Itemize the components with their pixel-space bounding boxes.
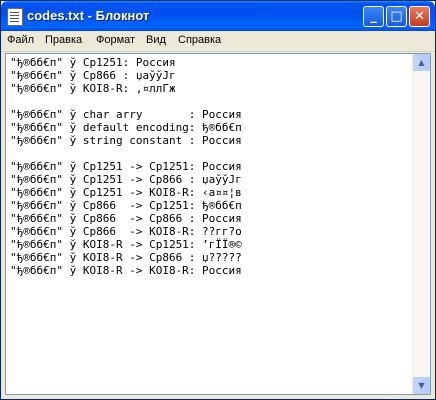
- document-text[interactable]: "ђ®бб€п" ў Cp1251: Россия "ђ®бб€п" ў Cp86…: [10, 56, 410, 386]
- notepad-window: codes.txt - Блокнот _ □ ✕ Файл Правка Фо…: [0, 0, 436, 400]
- text-line: "ђ®бб€п" ў KOI8-R -> Cp1251: ’гЇЇ®©: [10, 238, 242, 251]
- close-button[interactable]: ✕: [409, 6, 430, 27]
- text-line: "ђ®бб€п" ў string constant : Россия: [10, 134, 242, 147]
- text-line: "ђ®бб€п" ў KOI8-R -> Cp866 : џ?????: [10, 251, 242, 264]
- scroll-up-button[interactable]: ▲: [413, 54, 430, 71]
- menu-file[interactable]: Файл: [7, 34, 34, 46]
- text-line: "ђ®бб€п" ў default encoding: ђ®бб€п: [10, 121, 242, 134]
- text-line: "ђ®бб€п" ў char arry : Россия: [10, 108, 242, 121]
- text-line: [10, 95, 410, 108]
- menu-edit[interactable]: Правка: [45, 34, 82, 46]
- menu-help[interactable]: Справка: [178, 34, 221, 46]
- scroll-down-button[interactable]: ▼: [413, 377, 430, 394]
- text-line: "ђ®бб€п" ў Cp866 -> Cp866 : Россия: [10, 212, 242, 225]
- vertical-scrollbar[interactable]: ▲ ▼: [412, 54, 430, 394]
- maximize-button[interactable]: □: [386, 6, 407, 27]
- title-bar[interactable]: codes.txt - Блокнот _ □ ✕: [1, 1, 435, 31]
- text-line: "ђ®бб€п" ў Cp866 : џаўўЈг: [10, 69, 176, 82]
- text-line: "ђ®бб€п" ў KOI8-R: ‚¤ллГж: [10, 82, 176, 95]
- text-line: [10, 147, 410, 160]
- menu-format[interactable]: Формат: [96, 34, 135, 46]
- window-title: codes.txt - Блокнот: [27, 8, 150, 23]
- notepad-icon[interactable]: [7, 8, 23, 26]
- text-line: "ђ®бб€п" ў Cp1251 -> Cp1251: Россия: [10, 160, 242, 173]
- text-line: "ђ®бб€п" ў Cp1251: Россия: [10, 56, 176, 69]
- text-line: "ђ®бб€п" ў Cp1251 -> KOI8-R: ‹а¤¤¦в: [10, 186, 242, 199]
- menu-bar: Файл Правка Формат Вид Справка: [1, 31, 435, 52]
- text-line: "ђ®бб€п" ў Cp1251 -> Cp866 : џаўўЈг: [10, 173, 242, 186]
- minimize-button[interactable]: _: [363, 6, 384, 27]
- text-line: "ђ®бб€п" ў KOI8-R -> KOI8-R: Россия: [10, 264, 242, 277]
- scroll-track[interactable]: [413, 71, 430, 377]
- text-line: "ђ®бб€п" ў Cp866 -> KOI8-R: ??гг?о: [10, 225, 242, 238]
- menu-view[interactable]: Вид: [146, 34, 166, 46]
- editor-area[interactable]: "ђ®бб€п" ў Cp1251: Россия "ђ®бб€п" ў Cp86…: [5, 53, 431, 395]
- text-line: "ђ®бб€п" ў Cp866 -> Cp1251: ђ®бб€п: [10, 199, 242, 212]
